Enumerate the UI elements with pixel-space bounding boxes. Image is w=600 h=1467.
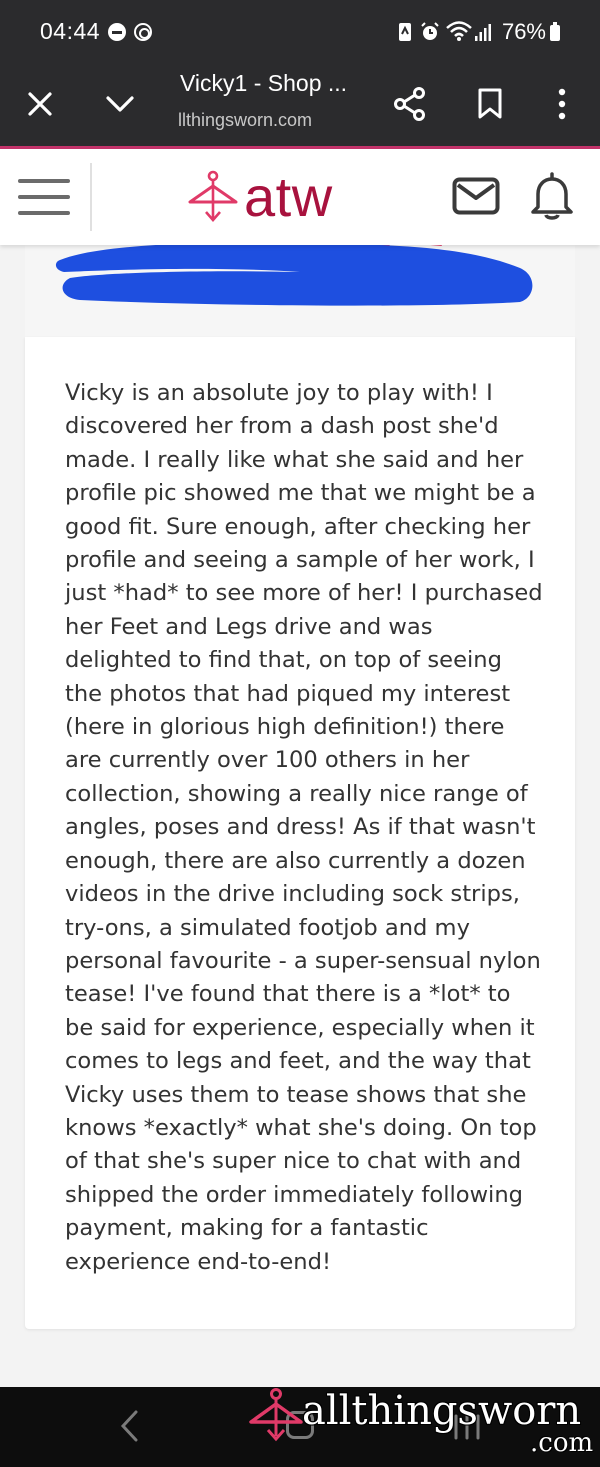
bookmark-button[interactable]: [466, 80, 514, 128]
site-header: atw: [0, 149, 600, 245]
close-icon: [28, 92, 52, 116]
battery-icon: [550, 22, 560, 41]
mail-icon: [452, 177, 500, 215]
site-logo[interactable]: atw: [186, 167, 333, 227]
back-button[interactable]: [118, 1409, 142, 1448]
back-icon: [120, 1410, 138, 1442]
signal-icon: [475, 24, 491, 41]
menu-icon: [18, 179, 70, 183]
menu-button[interactable]: [18, 177, 72, 217]
sync-icon: [134, 23, 152, 41]
header-divider: [90, 163, 92, 231]
hanger-logo-icon: [188, 170, 238, 222]
battery-percent: 76%: [501, 19, 546, 44]
watermark: allthingsworn .com: [246, 1384, 600, 1467]
minimize-button[interactable]: [96, 80, 144, 128]
close-tab-button[interactable]: [16, 80, 64, 128]
status-bar: 04:44 76%: [0, 0, 600, 62]
chevron-down-icon: [106, 96, 134, 112]
review-text: Vicky is an absolute joy to play with! I…: [65, 380, 543, 1275]
status-time: 04:44: [40, 18, 101, 44]
share-button[interactable]: [386, 80, 434, 128]
more-vert-icon: [558, 88, 566, 120]
alarm-icon: [421, 22, 439, 40]
bookmark-icon: [478, 88, 502, 119]
logo-text: atw: [244, 165, 333, 228]
more-options-button[interactable]: [538, 80, 586, 128]
wifi-icon: [446, 21, 472, 41]
notifications-button[interactable]: [530, 171, 574, 226]
watermark-suffix: .com: [530, 1428, 594, 1458]
dnd-icon: [108, 23, 126, 41]
page-url[interactable]: llthingsworn.com: [178, 110, 312, 131]
page-title: Vicky1 - Shop ...: [180, 70, 348, 96]
bell-icon: [531, 172, 573, 220]
nfc-icon: [399, 23, 411, 41]
messages-button[interactable]: [452, 177, 500, 220]
share-icon: [394, 87, 425, 121]
browser-toolbar: Vicky1 - Shop ... llthingsworn.com: [0, 62, 600, 148]
review-card: Vicky is an absolute joy to play with! I…: [25, 337, 575, 1329]
watermark-hanger-icon: [249, 1388, 303, 1442]
